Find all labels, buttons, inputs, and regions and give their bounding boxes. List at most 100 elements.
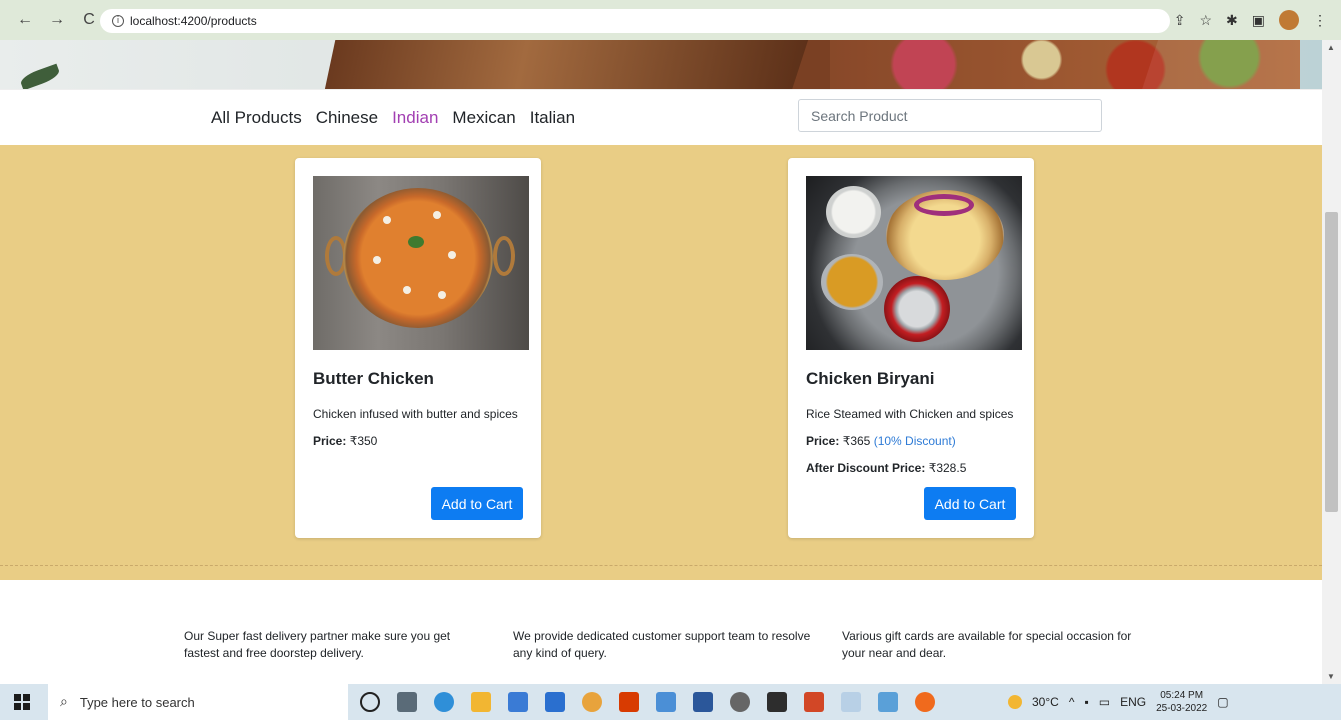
file-explorer-icon[interactable] (471, 692, 491, 712)
powerpoint-icon[interactable] (804, 692, 824, 712)
discount-text: (10% Discount) (873, 434, 956, 448)
battery-icon[interactable]: ▭ (1099, 695, 1110, 709)
products-section: Butter Chicken Chicken infused with butt… (0, 145, 1322, 580)
product-price: Price: ₹365 (10% Discount) (806, 434, 956, 448)
search-product-input[interactable] (798, 99, 1102, 132)
cream-dot (383, 216, 391, 224)
windows-start-icon[interactable] (14, 694, 30, 710)
windows-taskbar: ⌕ Type here to search 30°C ^ ▪ ▭ ENG 05:… (0, 684, 1341, 720)
search-icon: ⌕ (60, 694, 68, 710)
scroll-down-icon[interactable]: ▼ (1327, 672, 1335, 681)
store-icon[interactable] (545, 692, 565, 712)
reload-icon[interactable]: C (80, 11, 98, 29)
features-footer: Our Super fast delivery partner make sur… (0, 580, 1322, 684)
price-value: ₹350 (349, 434, 378, 448)
add-to-cart-button[interactable]: Add to Cart (431, 487, 523, 520)
hero-banner-image (0, 40, 1322, 89)
clock[interactable]: 05:24 PM 25-03-2022 (1156, 689, 1207, 715)
scrollbar-thumb[interactable] (1325, 212, 1338, 512)
price-label: Price: (313, 434, 347, 448)
scroll-up-icon[interactable]: ▲ (1327, 43, 1335, 52)
cream-dot (373, 256, 381, 264)
cortana-icon[interactable] (360, 692, 380, 712)
curry-bowl (343, 188, 493, 328)
butter-chicken-image (313, 176, 529, 350)
cream-dot (448, 251, 456, 259)
settings-app-icon[interactable] (656, 692, 676, 712)
clock-time: 05:24 PM (1160, 690, 1204, 701)
gear-icon[interactable] (730, 692, 750, 712)
task-view-icon[interactable] (397, 692, 417, 712)
onion-garnish (914, 194, 974, 216)
taskbar-search-placeholder: Type here to search (79, 694, 195, 710)
taskbar-app-icons (360, 692, 935, 712)
feature-support-text: We provide dedicated customer support te… (513, 629, 811, 660)
category-list: All Products Chinese Indian Mexican Ital… (211, 108, 575, 128)
product-card: Butter Chicken Chicken infused with butt… (295, 158, 541, 538)
product-price: Price: ₹350 (313, 434, 377, 448)
terminal-icon[interactable] (767, 692, 787, 712)
feature-delivery-text: Our Super fast delivery partner make sur… (184, 629, 451, 660)
system-tray: 30°C ^ ▪ ▭ ENG 05:24 PM 25-03-2022 ▢ (1008, 684, 1229, 720)
weather-icon[interactable] (1008, 695, 1022, 709)
browser-nav: ← → C (16, 11, 98, 29)
url-text: localhost:4200/products (130, 14, 257, 28)
chevron-up-icon[interactable]: ^ (1069, 695, 1075, 709)
cream-dot (438, 291, 446, 299)
page-scrollbar[interactable]: ▲ ▼ (1322, 40, 1341, 684)
soda-can (884, 276, 950, 342)
after-discount-price: After Discount Price: ₹328.5 (806, 461, 966, 475)
bookmark-star-icon[interactable]: ☆ (1199, 12, 1212, 29)
hero-board-graphic (322, 40, 818, 89)
category-italian[interactable]: Italian (530, 108, 575, 128)
add-to-cart-button[interactable]: Add to Cart (924, 487, 1016, 520)
profile-avatar[interactable] (1279, 10, 1299, 30)
product-description: Chicken infused with butter and spices (313, 407, 518, 421)
temperature-text[interactable]: 30°C (1032, 695, 1059, 709)
postman-icon[interactable] (915, 692, 935, 712)
hero-food-graphic (830, 40, 1300, 89)
dal-cup (821, 254, 883, 310)
info-icon[interactable]: i (112, 15, 124, 27)
after-discount-value: ₹328.5 (928, 461, 967, 475)
back-icon[interactable]: ← (16, 11, 34, 29)
chrome-active-icon[interactable] (841, 692, 861, 712)
cream-dot (403, 286, 411, 294)
product-card: Chicken Biryani Rice Steamed with Chicke… (788, 158, 1034, 538)
snip-icon[interactable] (878, 692, 898, 712)
product-description: Rice Steamed with Chicken and spices (806, 407, 1014, 421)
raita-cup (826, 186, 881, 238)
taskbar-search[interactable]: ⌕ Type here to search (48, 684, 348, 720)
office-icon[interactable] (619, 692, 639, 712)
price-value: ₹365 (842, 434, 871, 448)
word-icon[interactable] (693, 692, 713, 712)
sidepanel-icon[interactable]: ▣ (1252, 12, 1265, 29)
chrome-icon[interactable] (582, 692, 602, 712)
product-title: Chicken Biryani (806, 369, 935, 388)
clock-date: 25-03-2022 (1156, 703, 1208, 714)
forward-icon[interactable]: → (48, 11, 66, 29)
address-bar[interactable]: i localhost:4200/products (100, 9, 1170, 33)
chicken-biryani-image (806, 176, 1022, 350)
browser-toolbar: ← → C i localhost:4200/products ⇪ ☆ ✱ ▣ … (0, 0, 1341, 40)
product-title: Butter Chicken (313, 369, 434, 388)
bowl-handle-right (493, 236, 515, 276)
category-mexican[interactable]: Mexican (452, 108, 515, 128)
edge-icon[interactable] (434, 692, 454, 712)
menu-icon[interactable]: ⋮ (1313, 12, 1327, 29)
share-icon[interactable]: ⇪ (1174, 12, 1186, 29)
category-chinese[interactable]: Chinese (316, 108, 378, 128)
section-divider (0, 565, 1322, 566)
language-text[interactable]: ENG (1120, 695, 1146, 709)
price-label: Price: (806, 434, 840, 448)
network-icon[interactable]: ▪ (1084, 695, 1088, 709)
cream-dot (433, 211, 441, 219)
extensions-icon[interactable]: ✱ (1226, 12, 1238, 29)
hero-leaf-graphic (18, 63, 62, 89)
category-all-products[interactable]: All Products (211, 108, 302, 128)
mail-icon[interactable] (508, 692, 528, 712)
notification-icon[interactable]: ▢ (1217, 695, 1228, 709)
category-indian[interactable]: Indian (392, 108, 438, 128)
herb-garnish (408, 236, 424, 248)
feature-giftcards-text: Various gift cards are available for spe… (842, 629, 1132, 660)
